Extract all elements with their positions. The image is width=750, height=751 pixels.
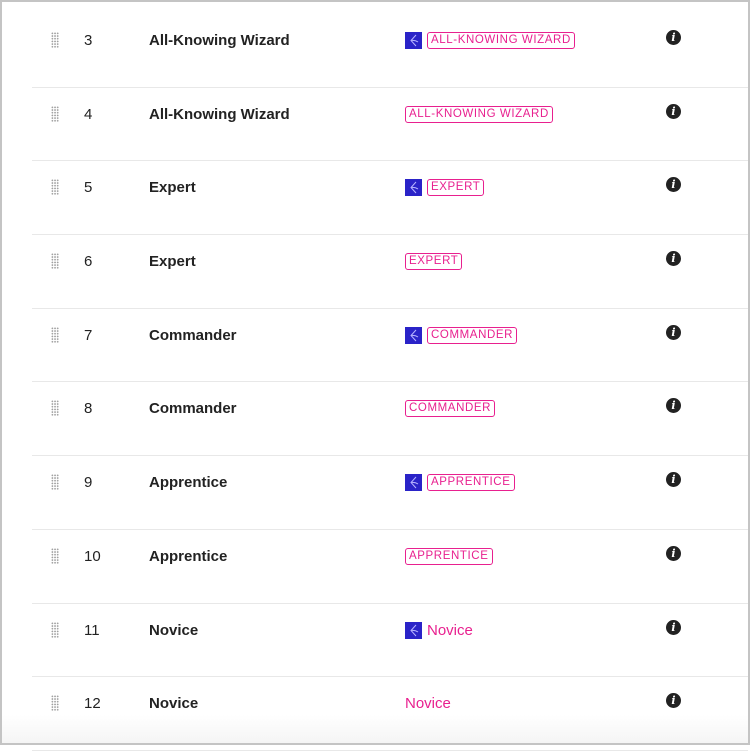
rank-name: Commander	[149, 400, 237, 418]
rank-badge: EXPERT	[405, 253, 463, 271]
rank-name: Expert	[149, 253, 196, 271]
list-item: 8 Commander COMMANDER i	[32, 382, 748, 457]
brand-logo-icon	[405, 32, 422, 49]
drag-handle-icon[interactable]	[51, 326, 59, 343]
info-icon[interactable]: i	[666, 177, 681, 193]
row-number: 4	[84, 105, 93, 123]
rank-display: ALL-KNOWING WIZARD	[405, 32, 575, 49]
rank-badge: COMMANDER	[427, 326, 518, 344]
list-item: 6 Expert EXPERT i	[32, 235, 748, 309]
info-icon[interactable]: i	[666, 545, 681, 561]
brand-logo-icon	[405, 621, 422, 639]
rank-name: All-Knowing Wizard	[149, 105, 290, 123]
drag-handle-icon[interactable]	[51, 253, 59, 270]
rank-list: 3 All-Knowing Wizard ALL-KNOWING WIZARD …	[32, 14, 748, 751]
list-item: 11 Novice Novice i	[32, 604, 748, 678]
rank-display: APPRENTICE	[405, 547, 493, 565]
row-number: 9	[84, 474, 93, 492]
drag-handle-icon[interactable]	[51, 400, 59, 417]
drag-handle-icon[interactable]	[51, 695, 59, 712]
rank-badge: APPRENTICE	[427, 474, 515, 492]
rank-display: EXPERT	[405, 253, 463, 271]
rank-name: Novice	[149, 621, 199, 639]
list-item: 5 Expert EXPERT i	[32, 161, 748, 236]
info-icon[interactable]: i	[666, 324, 681, 340]
list-item: 9 Apprentice APPRENTICE i	[32, 456, 748, 530]
rank-name: Apprentice	[149, 547, 228, 565]
info-icon[interactable]: i	[666, 619, 681, 635]
row-number: 5	[84, 179, 93, 197]
list-item: 7 Commander COMMANDER i	[32, 309, 748, 383]
drag-handle-icon[interactable]	[51, 474, 59, 491]
row-number: 12	[84, 695, 101, 713]
info-icon[interactable]: i	[666, 103, 681, 119]
info-icon[interactable]: i	[666, 30, 681, 45]
rank-display: Novice	[405, 695, 451, 712]
drag-handle-icon[interactable]	[51, 179, 59, 196]
rank-badge: Novice	[427, 621, 473, 639]
rank-name: All-Knowing Wizard	[149, 32, 290, 49]
rank-badge: Novice	[405, 695, 451, 713]
info-icon[interactable]: i	[666, 398, 681, 414]
brand-logo-icon	[405, 179, 422, 197]
row-number: 3	[84, 32, 93, 49]
rank-badge: ALL-KNOWING WIZARD	[405, 105, 553, 123]
brand-logo-icon	[405, 474, 422, 492]
rank-badge: EXPERT	[427, 179, 485, 197]
rank-display: Novice	[405, 621, 473, 639]
rank-badge: APPRENTICE	[405, 547, 493, 565]
rank-display: APPRENTICE	[405, 474, 515, 492]
row-number: 7	[84, 326, 93, 344]
rank-badge: ALL-KNOWING WIZARD	[427, 32, 575, 49]
row-number: 11	[84, 621, 100, 639]
info-icon[interactable]: i	[666, 693, 681, 709]
rank-badge: COMMANDER	[405, 400, 496, 418]
list-item: 3 All-Knowing Wizard ALL-KNOWING WIZARD …	[32, 14, 748, 88]
drag-handle-icon[interactable]	[51, 547, 59, 564]
drag-handle-icon[interactable]	[51, 32, 59, 48]
row-number: 8	[84, 400, 93, 418]
list-item: 4 All-Knowing Wizard ALL-KNOWING WIZARD …	[32, 88, 748, 162]
rank-name: Apprentice	[149, 474, 228, 492]
info-icon[interactable]: i	[666, 472, 681, 488]
rank-display: COMMANDER	[405, 326, 518, 344]
rank-name: Expert	[149, 179, 196, 197]
rank-name: Novice	[149, 695, 199, 713]
rank-display: EXPERT	[405, 179, 485, 197]
info-icon[interactable]: i	[666, 251, 681, 267]
row-number: 6	[84, 253, 93, 271]
brand-logo-icon	[405, 326, 422, 344]
row-number: 10	[84, 547, 101, 565]
rank-name: Commander	[149, 326, 237, 344]
drag-handle-icon[interactable]	[51, 105, 59, 122]
rank-display: ALL-KNOWING WIZARD	[405, 105, 553, 123]
list-item: 10 Apprentice APPRENTICE i	[32, 530, 748, 604]
rank-display: COMMANDER	[405, 400, 496, 418]
bottom-fade	[0, 715, 750, 745]
drag-handle-icon[interactable]	[51, 621, 59, 638]
